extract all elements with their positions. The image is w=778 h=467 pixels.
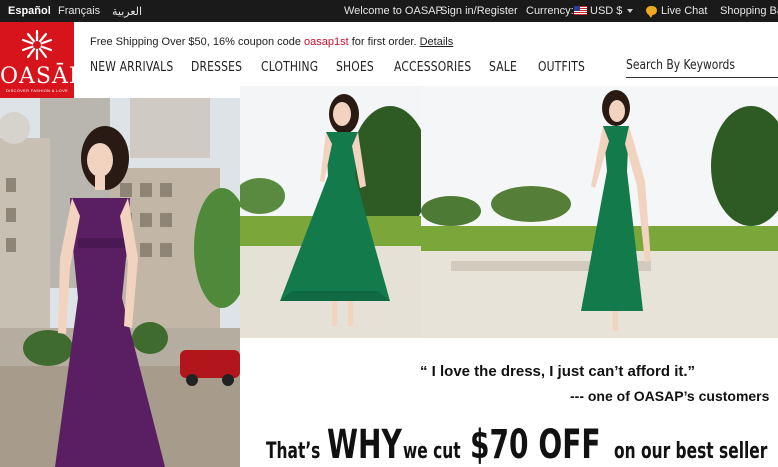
- promo-bar: Free Shipping Over $50, 16% coupon code …: [90, 36, 453, 48]
- language-link-spanish[interactable]: Español: [8, 5, 51, 17]
- nav-outfits[interactable]: OUTFITS: [538, 60, 585, 75]
- banner-photo-green-dress-side[interactable]: [421, 86, 778, 338]
- currency-label: Currency:: [526, 5, 574, 17]
- search-input[interactable]: Search By Keywords: [626, 58, 778, 78]
- live-chat-link[interactable]: Live Chat: [646, 5, 708, 18]
- flower-logo-icon: [21, 29, 53, 61]
- logo-wordmark: OASĀP: [0, 64, 85, 89]
- promo-text: Free Shipping Over $50, 16% coupon code: [90, 36, 305, 48]
- logo-tagline: DISCOVER FASHION & LOVE: [5, 88, 69, 93]
- promo-details-link[interactable]: Details: [420, 36, 454, 48]
- search-placeholder: Search By Keywords: [626, 58, 736, 73]
- coupon-code: oasap1st: [304, 36, 349, 48]
- chevron-down-icon: [627, 9, 634, 13]
- banner-headline[interactable]: That’s WHY we cut $70 OFF on our best se…: [266, 422, 768, 467]
- language-link-french[interactable]: Français: [58, 5, 100, 17]
- attribution-brand: OASAP: [633, 388, 684, 404]
- attribution-prefix: --- one of: [570, 388, 634, 404]
- nav-sale[interactable]: SALE: [489, 60, 517, 75]
- headline-part-we-cut: we cut: [403, 439, 461, 464]
- nav-shoes[interactable]: SHOES: [336, 60, 374, 75]
- live-chat-label: Live Chat: [661, 5, 708, 17]
- welcome-text: Welcome to OASAP.: [344, 5, 445, 17]
- currency-selector[interactable]: USD $: [574, 5, 634, 17]
- headline-part-70-off: $70 OFF: [469, 422, 601, 467]
- nav-accessories[interactable]: ACCESSORIES: [394, 60, 471, 75]
- signin-register-link[interactable]: Sign in/Register: [440, 5, 518, 17]
- nav-new-arrivals[interactable]: NEW ARRIVALS: [90, 60, 173, 75]
- currency-value: USD $: [590, 5, 623, 17]
- promo-text-after: for first order.: [348, 36, 420, 48]
- headline-part-best-seller: on our best seller: [614, 439, 768, 464]
- nav-dresses[interactable]: DRESSES: [191, 60, 242, 75]
- shopping-bag-link[interactable]: Shopping Bag: [720, 5, 778, 17]
- oasap-logo[interactable]: OASĀP DISCOVER FASHION & LOVE: [0, 22, 85, 98]
- attribution-suffix: ’s customers: [683, 388, 770, 404]
- banner-photo-green-dress-front[interactable]: [240, 86, 421, 338]
- language-link-arabic[interactable]: العربية: [112, 5, 142, 18]
- top-utility-bar: Español Français العربية Welcome to OASA…: [0, 0, 778, 22]
- headline-part-thats: That’s: [266, 439, 321, 464]
- nav-clothing[interactable]: CLOTHING: [261, 60, 318, 75]
- chat-bubble-icon: [646, 6, 657, 18]
- banner-attribution: --- one of OASAP’s customers: [570, 388, 769, 404]
- us-flag-icon: [574, 6, 587, 15]
- headline-part-why: WHY: [326, 422, 402, 467]
- banner-quote: “ I love the dress, I just can’t afford …: [420, 363, 696, 380]
- banner-photo-purple-dress[interactable]: [0, 98, 240, 467]
